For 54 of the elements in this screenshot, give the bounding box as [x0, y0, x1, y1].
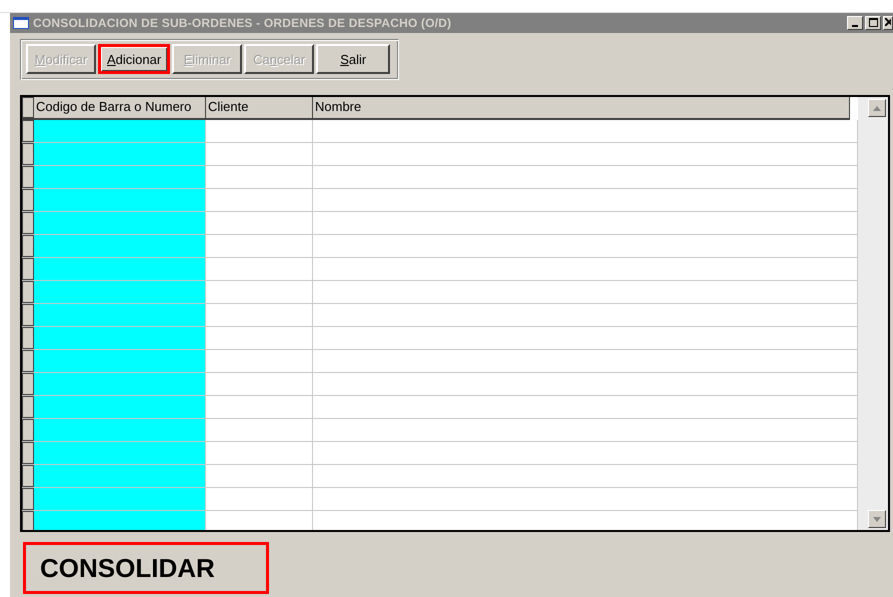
table-cell[interactable] [34, 235, 206, 257]
row-selector[interactable] [22, 281, 34, 303]
row-selector[interactable] [22, 166, 34, 188]
row-selector[interactable] [22, 419, 34, 441]
table-cell[interactable] [34, 350, 206, 372]
table-cell[interactable] [34, 120, 206, 142]
scroll-down-button[interactable] [868, 510, 886, 528]
row-selector[interactable] [22, 120, 34, 142]
window-title: CONSOLIDACION DE SUB-ORDENES - ORDENES DE DESPACHO (O/D) [33, 16, 452, 30]
row-selector[interactable] [22, 373, 34, 395]
table-cell[interactable] [34, 258, 206, 280]
table-cell[interactable] [34, 212, 206, 234]
row-selector[interactable] [22, 511, 34, 530]
table-cell[interactable] [34, 396, 206, 418]
table-cell[interactable] [34, 511, 206, 530]
row-selector[interactable] [22, 304, 34, 326]
row-selector[interactable] [22, 465, 34, 487]
table-cell[interactable] [34, 373, 206, 395]
close-icon [885, 18, 891, 26]
table-cell[interactable] [34, 281, 206, 303]
table-cell[interactable] [34, 304, 206, 326]
window-icon [13, 17, 29, 29]
row-selector[interactable] [22, 350, 34, 372]
row-selector[interactable] [22, 488, 34, 510]
row-selector[interactable] [22, 442, 34, 464]
scroll-up-button[interactable] [868, 99, 886, 117]
row-selector[interactable] [22, 258, 34, 280]
consolidate-button[interactable]: CONSOLIDAR [23, 542, 269, 594]
row-selector[interactable] [22, 212, 34, 234]
table-cell[interactable] [34, 465, 206, 487]
toolbar-button[interactable]: Adicionar [98, 44, 170, 74]
vertical-scrollbar[interactable] [858, 97, 888, 530]
maximize-icon [868, 18, 878, 27]
table-cell[interactable] [34, 488, 206, 510]
table-cell[interactable] [34, 143, 206, 165]
column-header[interactable]: Nombre [313, 97, 850, 118]
minimize-button[interactable] [847, 16, 863, 30]
column-header[interactable]: Cliente [206, 97, 313, 118]
column-header[interactable]: Codigo de Barra o Numero [34, 97, 206, 118]
maximize-button[interactable] [865, 16, 881, 30]
table-cell[interactable] [34, 442, 206, 464]
toolbar-button[interactable]: Salir [316, 44, 390, 74]
row-selector[interactable] [22, 189, 34, 211]
up-arrow-icon [873, 106, 881, 110]
table-cell[interactable] [34, 189, 206, 211]
row-selector[interactable] [22, 143, 34, 165]
close-button[interactable] [883, 16, 893, 30]
table-cell[interactable] [34, 327, 206, 349]
row-selector[interactable] [22, 327, 34, 349]
row-selector[interactable] [22, 235, 34, 257]
row-selector[interactable] [22, 396, 34, 418]
down-arrow-icon [873, 516, 881, 522]
table-cell[interactable] [34, 166, 206, 188]
table-cell[interactable] [34, 419, 206, 441]
